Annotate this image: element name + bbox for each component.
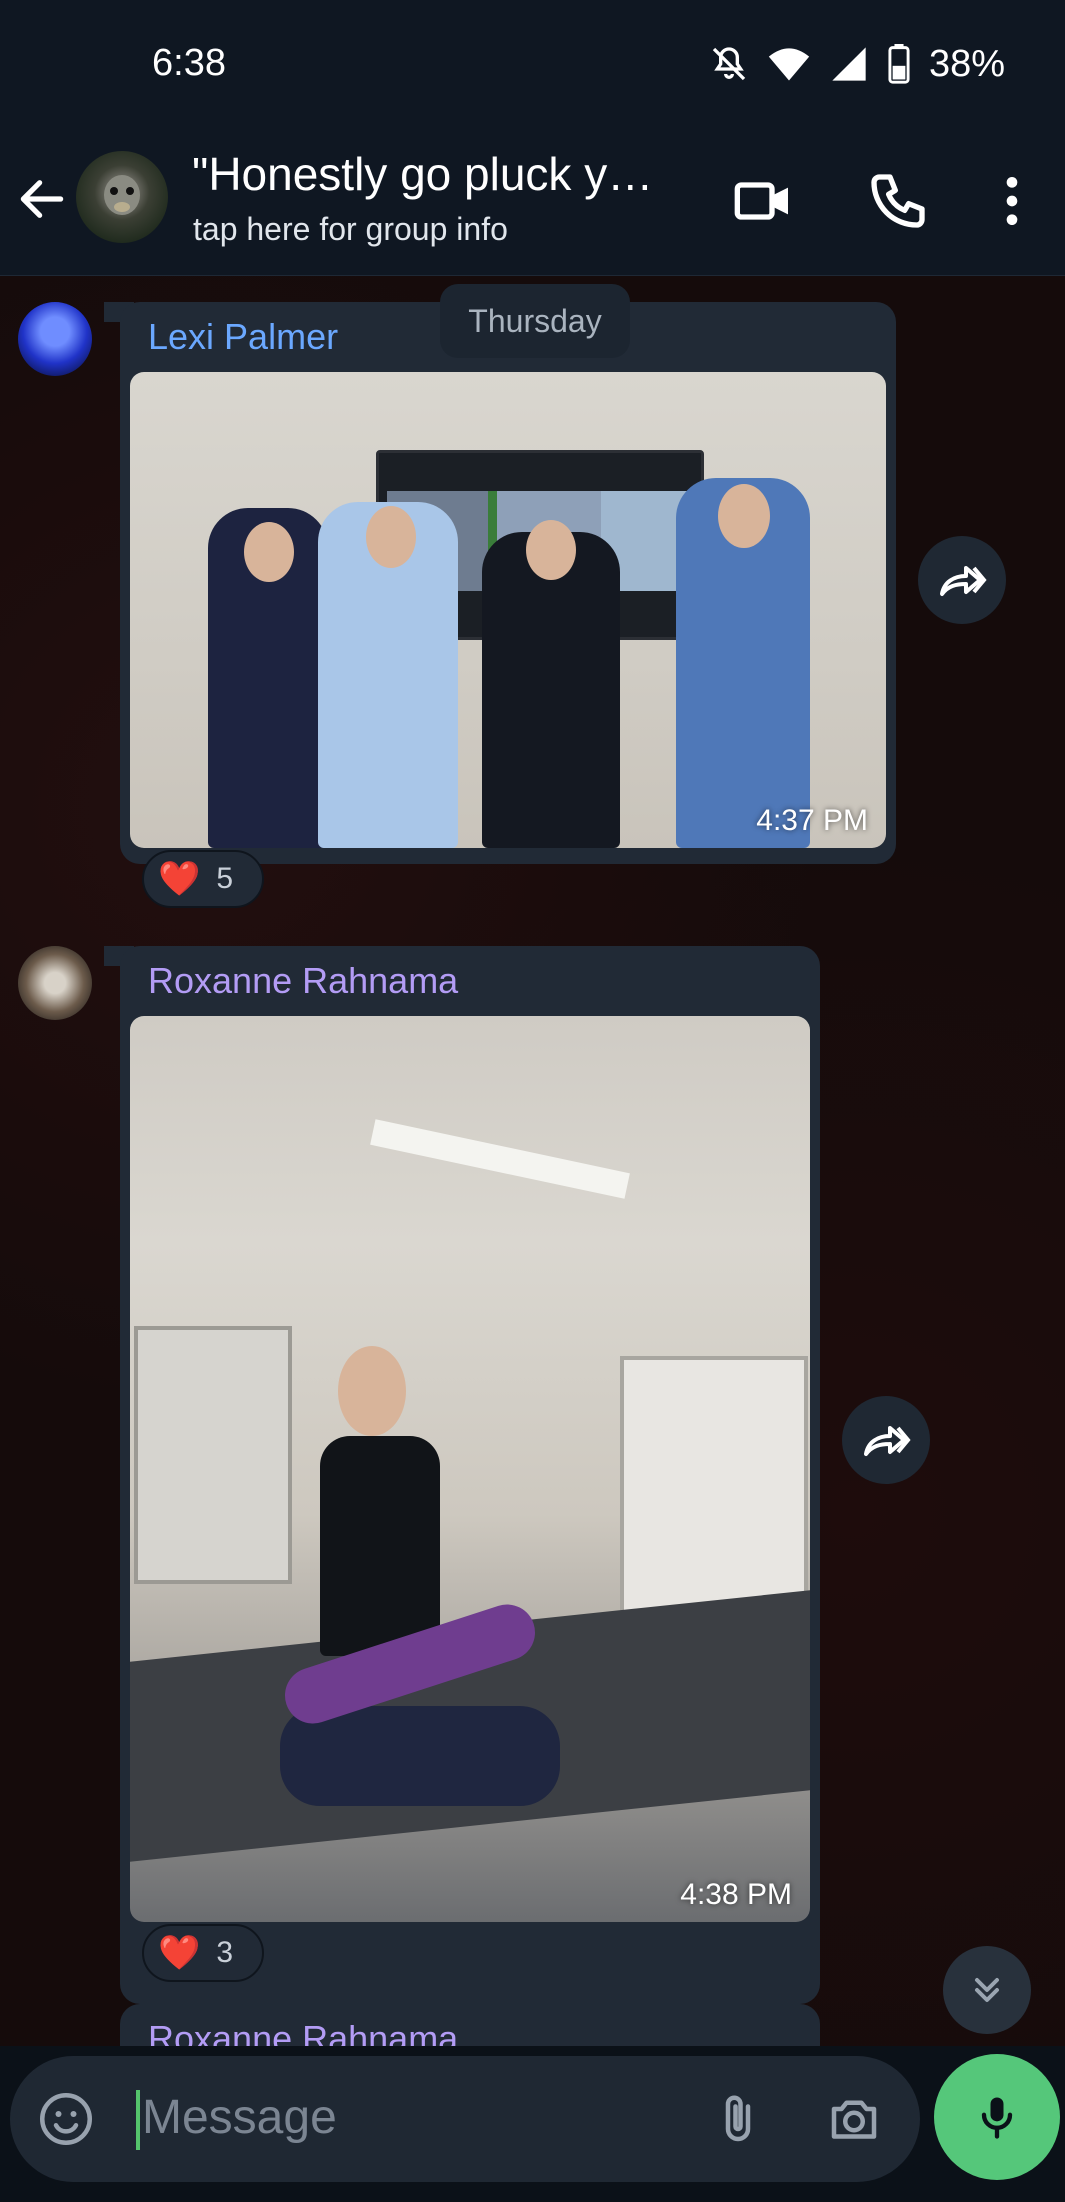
attachment-icon[interactable] [708,2089,768,2149]
message-time: 4:38 PM [680,1878,792,1911]
message-bubble[interactable]: Lexi Palmer 4:37 PM [120,302,896,864]
heart-emoji: ❤️ [158,860,201,898]
group-title[interactable]: "Honestly go pluck y… [192,147,653,201]
battery-percent: 38% [928,42,1005,85]
wifi-icon [768,48,810,81]
voice-record-button[interactable] [934,2054,1060,2180]
message-bubble[interactable]: Roxanne Rahnama 4:38 PM [120,946,820,2004]
status-bar: 6:38 38% [0,0,1065,135]
forward-icon [940,566,987,596]
status-icons: 38% [709,42,1005,86]
composer-bar: Message [0,2046,1065,2202]
group-avatar[interactable] [76,151,168,243]
double-chevron-down-icon [975,1978,999,2002]
forward-button[interactable] [842,1396,930,1484]
battery-icon [888,44,910,84]
sender-avatar[interactable] [18,946,92,1020]
signal-icon [832,47,866,81]
reaction-count: 5 [216,862,234,895]
day-separator: Thursday [440,284,630,358]
forward-button[interactable] [918,536,1006,624]
back-arrow-icon[interactable] [14,171,70,227]
message-photo[interactable]: 4:37 PM [130,372,886,848]
reaction-count: 3 [216,1936,234,1969]
sender-name[interactable]: Lexi Palmer [148,316,338,358]
message-input-container[interactable]: Message [10,2056,920,2182]
status-time: 6:38 [152,42,226,84]
message-list[interactable]: Lexi Palmer 4:37 PM Thursday ❤️ 5 Roxann… [0,276,1065,2046]
message-time: 4:37 PM [756,804,868,837]
heart-emoji: ❤️ [158,1934,201,1972]
sender-avatar[interactable] [18,302,92,376]
sender-name[interactable]: Roxanne Rahnama [148,2018,458,2046]
mute-bell-icon [712,47,746,81]
forward-icon [864,1426,911,1456]
microphone-icon [981,2097,1013,2139]
group-info-hint[interactable]: tap here for group info [193,211,508,248]
chat-header: "Honestly go pluck y… tap here for group… [0,135,1065,276]
reaction-chip[interactable]: ❤️ 3 [142,1924,264,1982]
sender-name[interactable]: Roxanne Rahnama [148,960,458,1002]
video-call-icon[interactable] [732,169,796,233]
message-input[interactable]: Message [142,2090,337,2145]
camera-icon[interactable] [824,2089,884,2149]
more-options-icon[interactable] [980,169,1044,233]
scroll-to-bottom-button[interactable] [943,1946,1031,2034]
message-photo[interactable]: 4:38 PM [130,1016,810,1922]
text-cursor [136,2090,140,2150]
message-bubble[interactable]: Roxanne Rahnama [120,2004,820,2046]
reaction-chip[interactable]: ❤️ 5 [142,850,264,908]
ostrich-avatar-icon [104,175,140,215]
phone-call-icon[interactable] [866,169,930,233]
emoji-icon[interactable] [36,2089,96,2149]
